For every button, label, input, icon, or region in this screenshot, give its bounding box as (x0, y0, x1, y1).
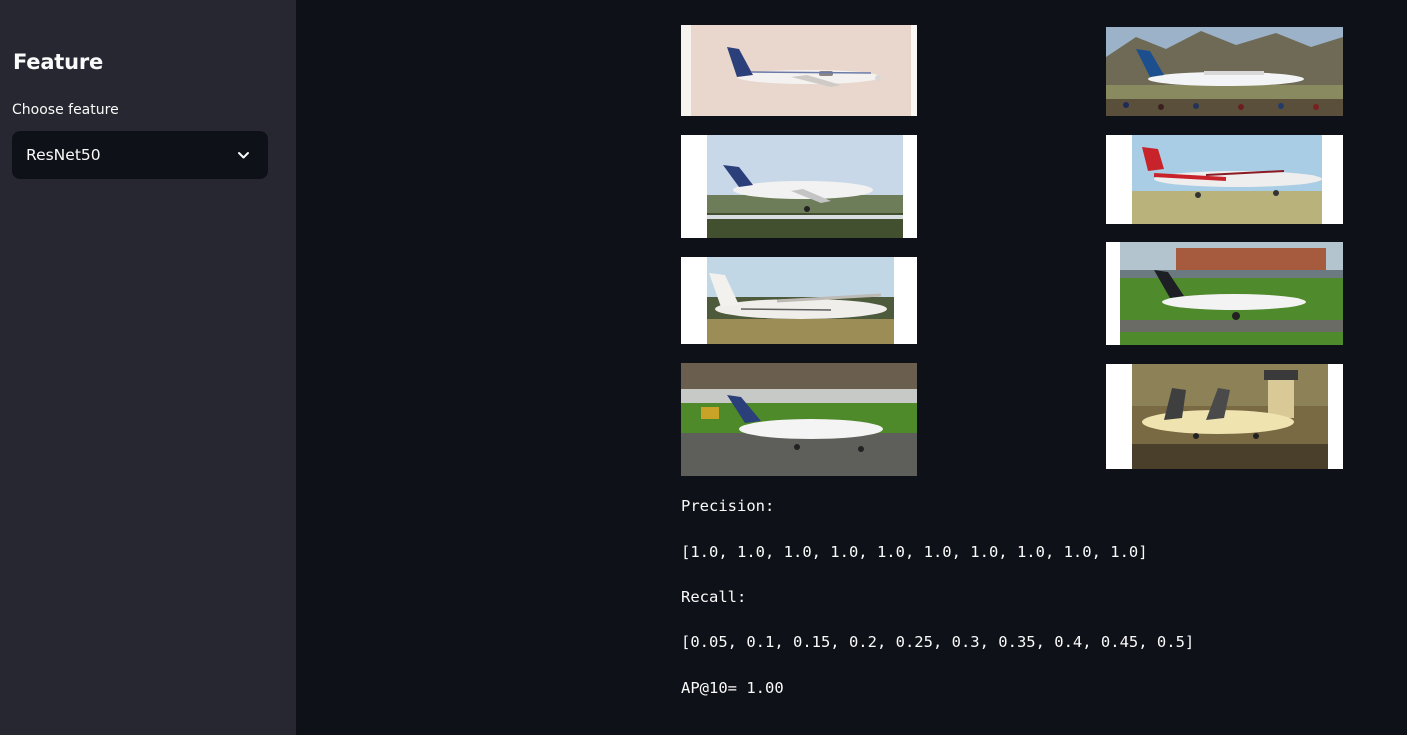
precision-label: Precision: (681, 497, 775, 515)
aircraft-photo-icon (1106, 135, 1343, 224)
result-image-5 (681, 257, 917, 344)
sidebar-title: Feature (13, 50, 104, 74)
feature-select-label: Choose feature (12, 102, 119, 118)
recall-label: Recall: (681, 588, 747, 606)
feature-select-value: ResNet50 (26, 146, 101, 164)
aircraft-photo-icon (1106, 364, 1343, 469)
app-root: Feature Choose feature ResNet50 Precisio… (0, 0, 1407, 735)
feature-select[interactable]: ResNet50 (12, 131, 268, 179)
result-image-6 (1106, 242, 1343, 345)
result-image-7 (681, 363, 917, 476)
aircraft-photo-icon (681, 135, 917, 238)
result-image-8 (1106, 364, 1343, 469)
ap-at-10: AP@10= 1.00 (681, 679, 784, 697)
result-image-3 (681, 135, 917, 238)
aircraft-photo-icon (681, 257, 917, 344)
chevron-down-icon (238, 152, 249, 159)
sidebar: Feature Choose feature ResNet50 (0, 0, 296, 735)
recall-values: [0.05, 0.1, 0.15, 0.2, 0.25, 0.3, 0.35, … (681, 633, 1195, 651)
result-image-1 (681, 25, 917, 116)
result-image-2 (1106, 27, 1343, 116)
aircraft-photo-icon (1106, 27, 1343, 116)
aircraft-photo-icon (681, 25, 917, 116)
result-image-4 (1106, 135, 1343, 224)
aircraft-photo-icon (681, 363, 917, 476)
precision-values: [1.0, 1.0, 1.0, 1.0, 1.0, 1.0, 1.0, 1.0,… (681, 543, 1148, 561)
aircraft-photo-icon (1106, 242, 1343, 345)
